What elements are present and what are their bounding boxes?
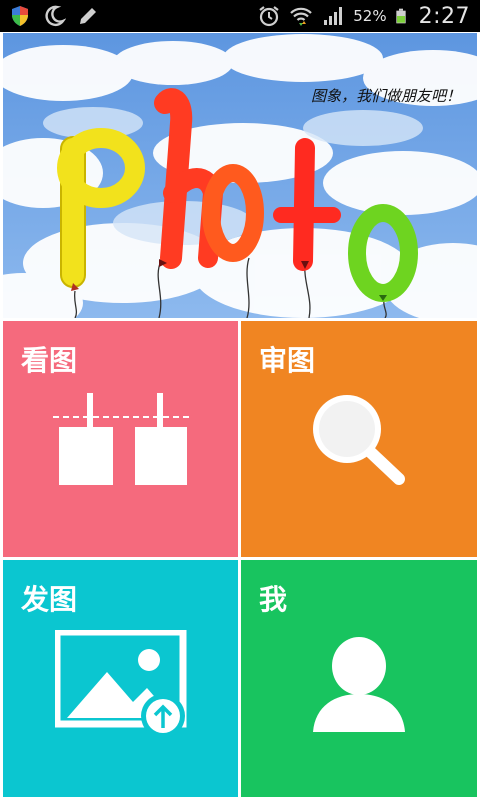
photo-banner: 图象，我们做朋友吧！ — [3, 33, 477, 318]
upload-picture-icon — [55, 630, 187, 738]
battery-percent: 52% — [353, 7, 387, 25]
tile-me[interactable]: 我 — [241, 560, 477, 797]
tile-label-post: 发图 — [21, 583, 78, 616]
tile-view-photos[interactable]: 看图 — [3, 321, 238, 557]
alarm-icon — [259, 6, 279, 27]
hanging-photos-icon — [53, 393, 193, 485]
wifi-icon — [290, 7, 313, 26]
user-icon — [313, 637, 405, 732]
tile-review-photos[interactable]: 审图 — [241, 321, 477, 557]
signal-icon — [324, 7, 343, 25]
moon-icon — [45, 5, 66, 27]
tile-label-me: 我 — [259, 583, 288, 616]
magnifier-icon — [313, 395, 405, 485]
tile-label-review: 审图 — [259, 344, 316, 377]
status-bar: 52% 2:27 — [0, 0, 480, 32]
photo-balloons-illustration — [3, 33, 477, 318]
tile-label-view: 看图 — [21, 344, 78, 377]
banner-caption: 图象，我们做朋友吧！ — [310, 87, 461, 105]
battery-icon — [395, 8, 406, 24]
clock: 2:27 — [418, 3, 470, 29]
shield-icon — [12, 6, 28, 26]
tile-post-photo[interactable]: 发图 — [3, 560, 238, 797]
pencil-icon — [80, 8, 96, 24]
